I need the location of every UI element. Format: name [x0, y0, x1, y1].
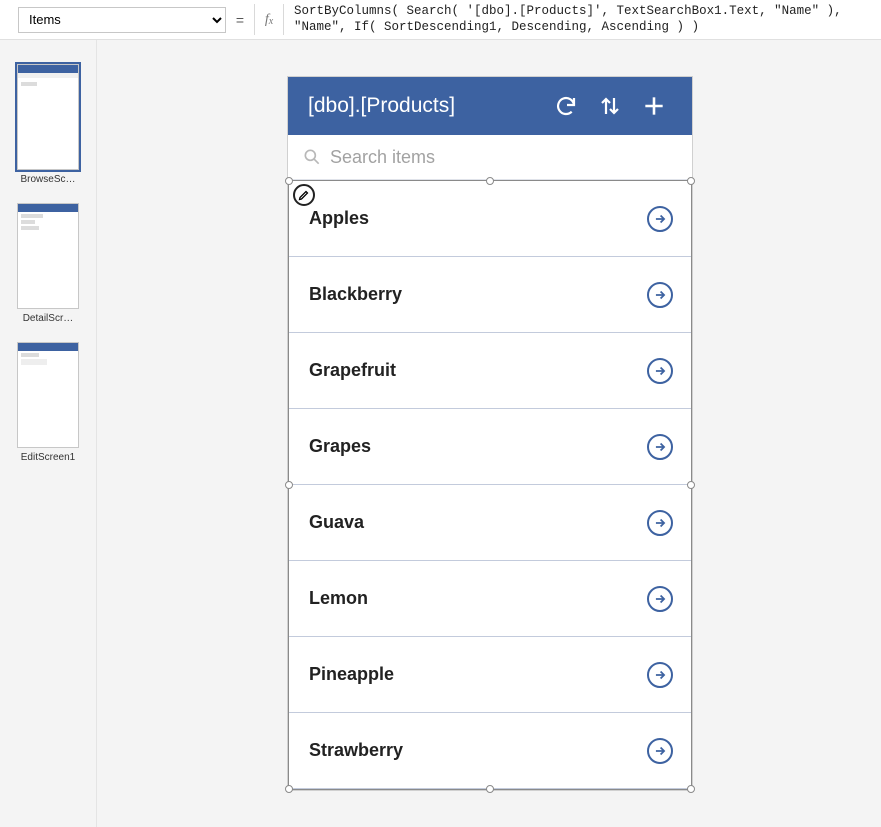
navigate-arrow-icon[interactable]	[647, 586, 673, 612]
list-item-label: Apples	[309, 208, 647, 229]
navigate-arrow-icon[interactable]	[647, 358, 673, 384]
list-item[interactable]: Pineapple	[289, 637, 691, 713]
list-item[interactable]: Lemon	[289, 561, 691, 637]
formula-text[interactable]: SortByColumns( Search( '[dbo].[Products]…	[284, 0, 881, 39]
navigate-arrow-icon[interactable]	[647, 434, 673, 460]
navigate-arrow-icon[interactable]	[647, 738, 673, 764]
list-item-label: Grapefruit	[309, 360, 647, 381]
property-dropdown[interactable]: Items	[18, 7, 226, 33]
equals-label: =	[226, 12, 254, 28]
list-item-label: Lemon	[309, 588, 647, 609]
navigate-arrow-icon[interactable]	[647, 510, 673, 536]
search-bar	[288, 135, 692, 180]
list-item[interactable]: Blackberry	[289, 257, 691, 333]
add-icon[interactable]	[632, 93, 676, 119]
gallery-items: Apples Blackberry Grapefruit Grapes Guava Lem…	[289, 181, 691, 789]
navigate-arrow-icon[interactable]	[647, 206, 673, 232]
screen-thumb-edit[interactable]: EditScreen1	[17, 342, 79, 463]
screen-label: EditScreen1	[17, 452, 79, 463]
search-input[interactable]	[330, 147, 678, 168]
list-item-label: Strawberry	[309, 740, 647, 761]
formula-bar: Items = fx SortByColumns( Search( '[dbo]…	[0, 0, 881, 40]
edit-template-icon[interactable]	[293, 184, 315, 206]
screen-thumb-detail[interactable]: DetailScr…	[17, 203, 79, 324]
workspace: BrowseSc… DetailScr… EditScreen1	[0, 40, 881, 827]
sort-icon[interactable]	[588, 94, 632, 118]
list-item-label: Guava	[309, 512, 647, 533]
list-item-label: Grapes	[309, 436, 647, 457]
list-item[interactable]: Grapefruit	[289, 333, 691, 409]
screen-label: BrowseSc…	[17, 174, 79, 185]
phone-frame: [dbo].[Products]	[287, 76, 693, 791]
list-item-label: Blackberry	[309, 284, 647, 305]
list-item[interactable]: Guava	[289, 485, 691, 561]
search-icon	[302, 147, 322, 167]
navigate-arrow-icon[interactable]	[647, 662, 673, 688]
gallery[interactable]: Apples Blackberry Grapefruit Grapes Guava Lem…	[288, 180, 692, 790]
screens-panel: BrowseSc… DetailScr… EditScreen1	[0, 40, 97, 827]
app-header: [dbo].[Products]	[288, 77, 692, 135]
navigate-arrow-icon[interactable]	[647, 282, 673, 308]
app-title: [dbo].[Products]	[308, 94, 544, 118]
list-item-label: Pineapple	[309, 664, 647, 685]
screen-thumb-browse[interactable]: BrowseSc…	[17, 64, 79, 185]
canvas[interactable]: [dbo].[Products]	[97, 40, 881, 827]
refresh-icon[interactable]	[544, 94, 588, 118]
list-item[interactable]: Apples	[289, 181, 691, 257]
list-item[interactable]: Strawberry	[289, 713, 691, 789]
fx-icon[interactable]: fx	[254, 4, 284, 35]
list-item[interactable]: Grapes	[289, 409, 691, 485]
screen-label: DetailScr…	[17, 313, 79, 324]
